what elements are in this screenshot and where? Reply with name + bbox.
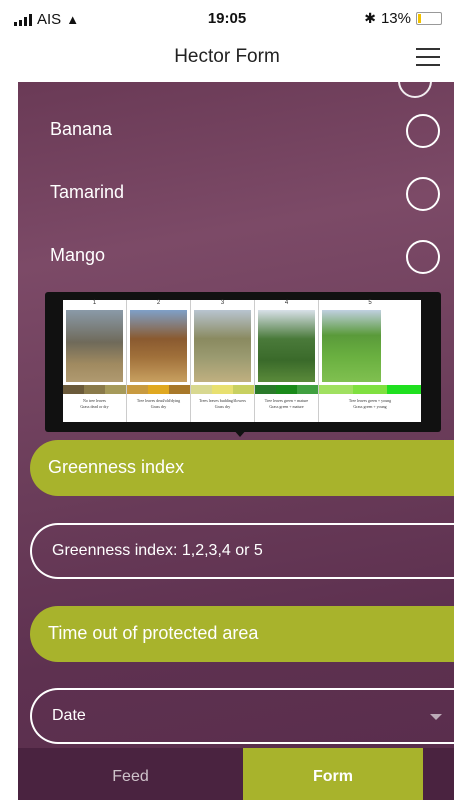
color-scale xyxy=(319,385,421,394)
color-scale xyxy=(191,385,254,394)
guide-panel-5: 5 Tree leaves green + young Grass green … xyxy=(319,300,421,422)
panel-number: 1 xyxy=(92,300,97,306)
panel-number: 2 xyxy=(156,300,161,306)
option-label: Banana xyxy=(50,119,113,139)
option-label: Mango xyxy=(50,245,106,265)
young-tree-photo xyxy=(322,310,381,382)
tab-form[interactable]: Form xyxy=(243,748,423,800)
app-header: Hector Form xyxy=(0,40,454,80)
chevron-down-icon xyxy=(430,714,442,720)
guide-panel-3: 3 Trees leaves budding/flowers Grass dry xyxy=(191,300,255,422)
input-placeholder: Greenness index: 1,2,3,4 or 5 xyxy=(52,542,263,559)
panel-number: 3 xyxy=(220,300,225,306)
battery-fill xyxy=(418,14,421,23)
radio-button[interactable] xyxy=(398,82,432,98)
mature-tree-photo xyxy=(258,310,315,382)
dry-tree-photo xyxy=(66,310,123,382)
greenness-guide-tooltip: 1 No tree leaves Grass dead or dry 2 Tre… xyxy=(45,292,441,432)
dying-tree-photo xyxy=(130,310,187,382)
color-scale xyxy=(63,385,126,394)
panel-number: 4 xyxy=(284,300,289,306)
color-scale xyxy=(255,385,318,394)
section-header-label: Greenness index xyxy=(48,457,185,477)
panel-caption: Tree leaves green + mature Grass green +… xyxy=(264,398,309,409)
tooltip-arrow xyxy=(232,428,248,437)
color-scale xyxy=(127,385,190,394)
panel-caption: Trees leaves budding/flowers Grass dry xyxy=(199,398,246,409)
greenness-guide-image: 1 No tree leaves Grass dead or dry 2 Tre… xyxy=(63,300,421,422)
hamburger-menu-icon[interactable] xyxy=(416,48,440,66)
radio-button[interactable] xyxy=(406,177,440,211)
battery-percent: 13% xyxy=(380,10,411,27)
status-bar: AIS ▲ 19:05 ✱ 13% xyxy=(0,0,454,40)
panel-caption: No tree leaves Grass dead or dry xyxy=(80,398,109,409)
section-header-label: Time out of protected area xyxy=(48,623,259,643)
radio-button[interactable] xyxy=(406,240,440,274)
panel-caption: Tree leaves dead/old/dying Grass dry xyxy=(136,398,181,409)
option-mango[interactable]: Mango xyxy=(18,233,454,281)
panel-caption: Tree leaves green + young Grass green + … xyxy=(348,398,392,409)
guide-panel-2: 2 Tree leaves dead/old/dying Grass dry xyxy=(127,300,191,422)
budding-tree-photo xyxy=(194,310,251,382)
greenness-index-input[interactable]: Greenness index: 1,2,3,4 or 5 xyxy=(30,523,454,579)
date-select[interactable]: Date xyxy=(30,688,454,744)
radio-button[interactable] xyxy=(406,114,440,148)
option-banana[interactable]: Banana xyxy=(18,107,454,155)
page-title: Hector Form xyxy=(174,46,280,67)
greenness-index-header[interactable]: Greenness index xyxy=(30,440,454,496)
guide-panel-1: 1 No tree leaves Grass dead or dry xyxy=(63,300,127,422)
tab-bar: Feed Form xyxy=(18,748,454,800)
status-right: ✱ 13% xyxy=(364,10,442,27)
guide-panel-4: 4 Tree leaves green + mature Grass green… xyxy=(255,300,319,422)
form-content: Banana Tamarind Mango Ja O 1 No tree lea… xyxy=(18,82,454,748)
tab-feed[interactable]: Feed xyxy=(18,748,243,800)
option-label: Tamarind xyxy=(50,182,125,202)
bluetooth-icon: ✱ xyxy=(364,10,376,26)
option-tamarind[interactable]: Tamarind xyxy=(18,170,454,218)
date-select-label: Date xyxy=(52,707,86,724)
panel-number: 5 xyxy=(368,300,372,306)
time-out-header[interactable]: Time out of protected area xyxy=(30,606,454,662)
battery-icon xyxy=(416,12,442,25)
